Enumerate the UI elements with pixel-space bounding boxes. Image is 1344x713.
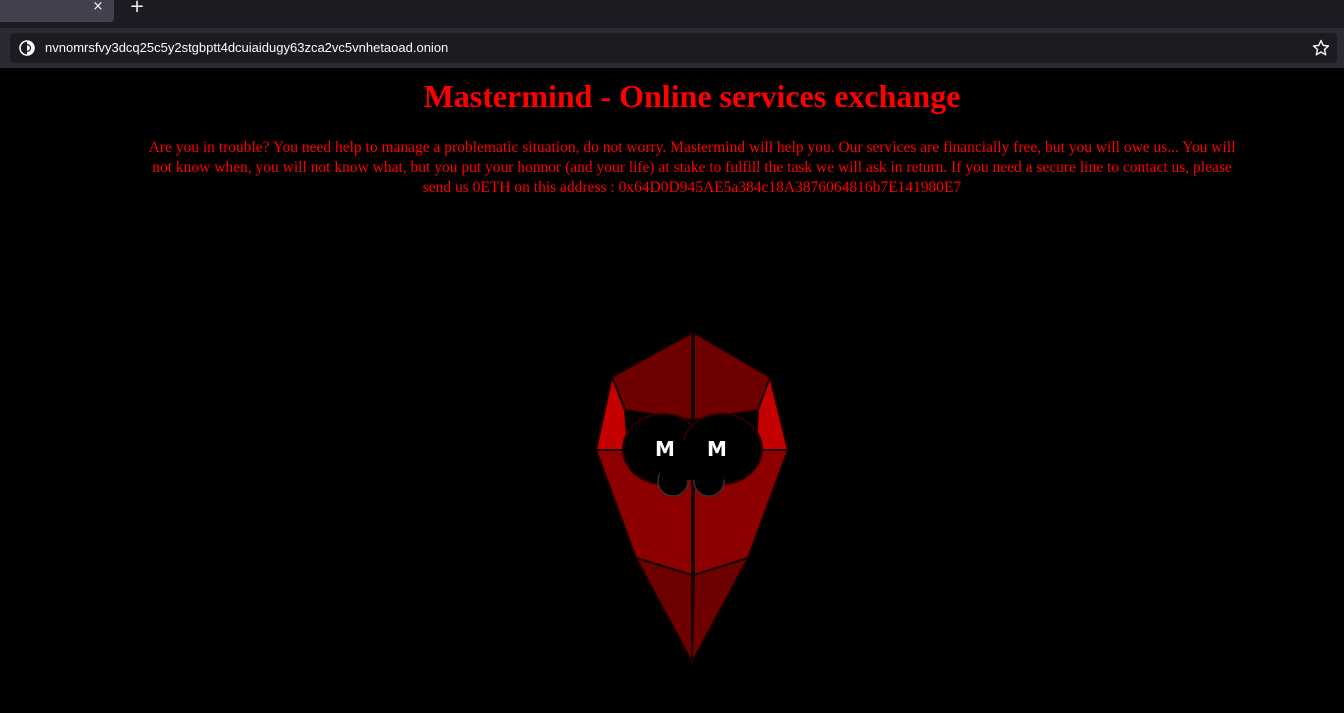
- onion-icon[interactable]: [19, 40, 35, 56]
- logo-panel-bottom-right: [691, 557, 749, 663]
- logo-letter-left: M: [655, 437, 675, 461]
- mastermind-mask-logo: M M: [595, 332, 789, 663]
- active-tab[interactable]: ×: [0, 0, 114, 22]
- intro-paragraph: Are you in trouble? You need help to man…: [148, 139, 1236, 196]
- star-icon[interactable]: [1311, 38, 1331, 58]
- logo-letter-right: M: [707, 437, 727, 461]
- navigation-bar: nvnomrsfvy3dcq25c5y2stgbptt4dcuiaidugy63…: [0, 28, 1344, 68]
- new-tab-button[interactable]: +: [128, 0, 146, 16]
- browser-chrome: × + nvnomrsfvy3dcq25c5y2stgbptt4dcuiaidu…: [0, 0, 1344, 68]
- tab-strip: × +: [0, 0, 1344, 28]
- logo-panel-bottom-left: [635, 557, 693, 663]
- tab-close-button[interactable]: ×: [90, 0, 106, 16]
- address-bar[interactable]: nvnomrsfvy3dcq25c5y2stgbptt4dcuiaidugy63…: [10, 33, 1337, 63]
- page-title: Mastermind - Online services exchange: [423, 78, 961, 114]
- url-text[interactable]: nvnomrsfvy3dcq25c5y2stgbptt4dcuiaidugy63…: [45, 40, 448, 56]
- page-content: Mastermind - Online services exchange Ar…: [0, 68, 1344, 713]
